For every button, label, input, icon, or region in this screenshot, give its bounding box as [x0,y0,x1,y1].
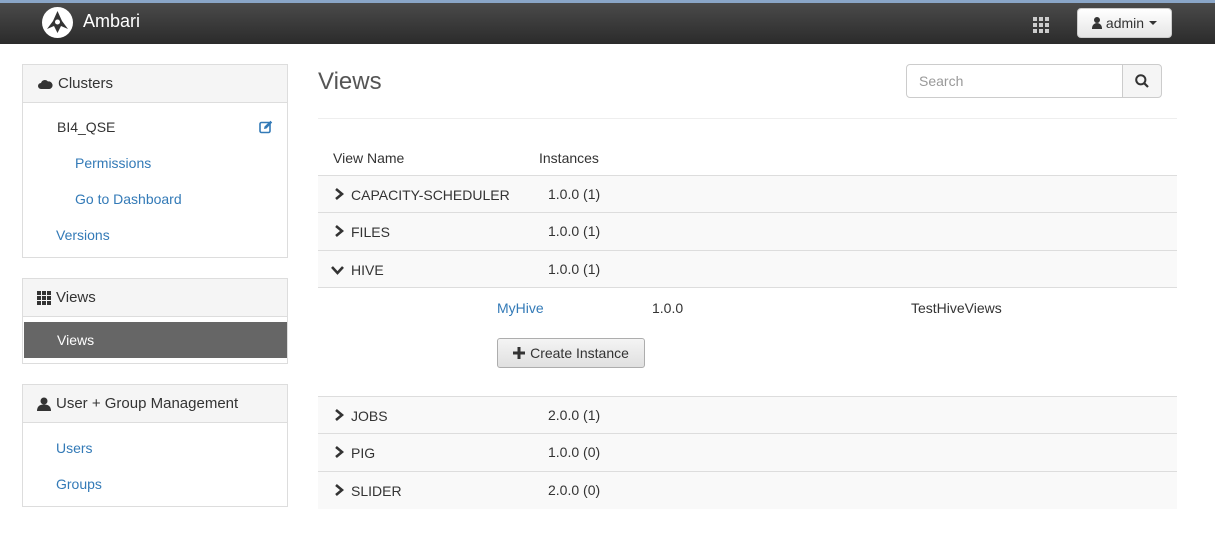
views-panel-header: Views [23,279,287,317]
view-name: CAPACITY-SCHEDULER [351,187,510,203]
view-row-hive[interactable]: HIVE 1.0.0 (1) [318,250,1177,288]
dashboard-link[interactable]: Go to Dashboard [75,191,182,207]
user-group-panel: User + Group Management Users Groups [22,384,288,507]
sidebar-item-label: Views [57,332,95,348]
instance-version: 1.0.0 [652,300,684,316]
chevron-right-icon [335,446,344,458]
sidebar-item-views[interactable]: Views [24,322,287,358]
view-row-pig[interactable]: PIG 1.0.0 (0) [318,433,1177,471]
instance-link-myhive[interactable]: MyHive [497,300,544,316]
view-name: SLIDER [351,483,402,499]
chevron-right-icon [335,225,344,237]
view-name: FILES [351,224,390,240]
chevron-right-icon [335,188,344,200]
view-row-slider[interactable]: SLIDER 2.0.0 (0) [318,471,1177,509]
users-link[interactable]: Users [56,440,93,456]
views-panel: Views Views [22,278,288,364]
create-instance-label: Create Instance [530,345,629,361]
view-version: 1.0.0 (1) [548,186,601,202]
grid-icon [37,290,51,305]
clusters-title: Clusters [58,75,114,92]
user-label: admin [1105,15,1145,31]
view-row-capacity-scheduler[interactable]: CAPACITY-SCHEDULER 1.0.0 (1) [318,175,1177,213]
view-name: HIVE [351,262,384,278]
column-header-view-name: View Name [333,150,405,166]
user-icon [37,397,51,411]
ambari-logo-icon [42,7,73,38]
view-version: 2.0.0 (1) [548,407,601,423]
chevron-right-icon [335,409,344,421]
view-version: 1.0.0 (1) [548,261,601,277]
user-group-panel-header: User + Group Management [23,385,287,423]
permissions-link[interactable]: Permissions [75,155,151,171]
user-icon [1091,17,1102,29]
cluster-name: BI4_QSE [57,119,116,135]
page-title: Views [318,68,382,95]
clusters-panel-header: Clusters [23,65,287,103]
user-group-title: User + Group Management [56,395,239,412]
views-panel-title: Views [56,289,96,306]
chevron-down-icon [331,266,344,275]
caret-down-icon [1149,21,1158,25]
edit-icon[interactable] [259,120,273,134]
view-version: 2.0.0 (0) [548,482,601,498]
cloud-icon [38,79,53,89]
versions-link[interactable]: Versions [56,227,110,243]
create-instance-button[interactable]: Create Instance [497,338,645,368]
chevron-right-icon [335,484,344,496]
search-input[interactable] [906,64,1123,98]
plus-icon [513,347,526,359]
view-row-files[interactable]: FILES 1.0.0 (1) [318,212,1177,250]
brand[interactable]: Ambari [42,7,140,38]
view-version: 1.0.0 (1) [548,223,601,239]
groups-link[interactable]: Groups [56,476,102,492]
user-menu-button[interactable]: admin [1077,8,1172,38]
top-navbar: Ambari admin [0,0,1215,44]
instance-label: TestHiveViews [911,300,1002,316]
apps-grid-icon[interactable] [1033,17,1051,33]
search-button[interactable] [1122,64,1162,98]
view-name: PIG [351,445,376,461]
column-header-instances: Instances [539,150,599,166]
view-name: JOBS [351,408,388,424]
divider [318,118,1177,119]
clusters-panel: Clusters BI4_QSE Permissions Go to Dashb… [22,64,288,258]
search-icon [1135,74,1149,88]
app-name: Ambari [83,11,141,31]
view-version: 1.0.0 (0) [548,444,601,460]
view-row-jobs[interactable]: JOBS 2.0.0 (1) [318,396,1177,434]
